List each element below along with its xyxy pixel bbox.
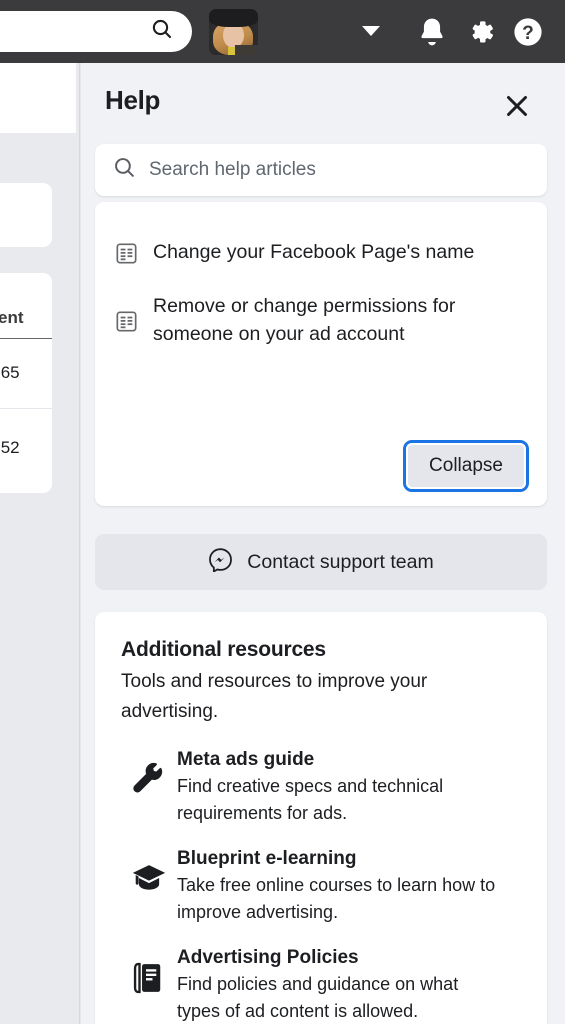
resource-text: Blueprint e-learning Take free online co… [177, 848, 523, 926]
resource-item-blueprint-elearning[interactable]: Blueprint e-learning Take free online co… [121, 848, 523, 926]
resources-list: Meta ads guide Find creative specs and t… [121, 749, 523, 1024]
messenger-icon [208, 547, 233, 577]
gear-icon[interactable] [463, 15, 497, 49]
help-articles-card: Change your Facebook Page's name Remove … [95, 202, 547, 506]
article-icon [114, 309, 139, 339]
background-card [0, 183, 52, 247]
search-icon [150, 17, 174, 46]
avatar-tie [228, 47, 235, 55]
resource-description: Find creative specs and technical requir… [177, 776, 444, 823]
top-navigation-bar: ? [0, 0, 565, 63]
help-article-label: Change your Facebook Page's name [153, 241, 475, 263]
resource-text: Advertising Policies Find policies and g… [177, 947, 523, 1024]
divider [0, 408, 52, 409]
chevron-down-icon[interactable] [362, 26, 380, 36]
resource-description: Find policies and guidance on what types… [177, 974, 459, 1021]
help-panel-header: Help [81, 63, 565, 143]
collapse-button-wrapper: Collapse [403, 440, 529, 492]
resource-item-advertising-policies[interactable]: Advertising Policies Find policies and g… [121, 947, 523, 1024]
avatar[interactable] [209, 9, 258, 55]
resource-text: Meta ads guide Find creative specs and t… [177, 749, 523, 827]
svg-text:?: ? [522, 23, 534, 44]
avatar-body [235, 45, 258, 55]
resource-description: Take free online courses to learn how to… [177, 875, 496, 922]
wrench-icon [121, 761, 177, 799]
resources-title: Additional resources [121, 638, 326, 661]
contact-support-button[interactable]: Contact support team [95, 534, 547, 590]
resource-item-meta-ads-guide[interactable]: Meta ads guide Find creative specs and t… [121, 749, 523, 827]
avatar-hat [209, 9, 258, 27]
help-panel: Help Search help articles Change your Fa… [81, 63, 565, 1024]
resource-title: Meta ads guide [177, 749, 315, 770]
help-article-item[interactable]: Change your Facebook Page's name [95, 238, 547, 271]
divider [0, 338, 52, 339]
global-search-box[interactable] [0, 11, 192, 52]
background-table-cell: .65 [0, 363, 20, 382]
search-icon [112, 155, 137, 185]
collapse-button[interactable]: Collapse [403, 440, 529, 492]
background-page: ent .65 .52 [0, 63, 80, 1024]
search-input[interactable] [149, 159, 519, 181]
question-circle-icon[interactable]: ? [511, 15, 545, 49]
background-table-header: ent [0, 308, 24, 327]
background-table-cell: .52 [0, 438, 20, 457]
resource-title: Blueprint e-learning [177, 848, 357, 869]
close-icon[interactable] [500, 89, 534, 123]
resource-title: Advertising Policies [177, 947, 359, 968]
background-table-card: ent .65 .52 [0, 273, 52, 493]
background-toolbar [0, 63, 76, 133]
resources-subtitle: Tools and resources to improve your adve… [121, 671, 428, 722]
help-article-item[interactable]: Remove or change permissions for someone… [95, 292, 547, 348]
help-search-box[interactable] [95, 144, 547, 196]
additional-resources-card: Additional resources Tools and resources… [95, 612, 547, 1024]
help-article-label: Remove or change permissions for someone… [153, 295, 456, 345]
page-title: Help [105, 85, 161, 115]
policy-document-icon [121, 959, 177, 997]
article-icon [114, 241, 139, 271]
contact-support-label: Contact support team [247, 550, 434, 573]
graduation-cap-icon [121, 860, 177, 898]
bell-icon[interactable] [415, 15, 449, 49]
